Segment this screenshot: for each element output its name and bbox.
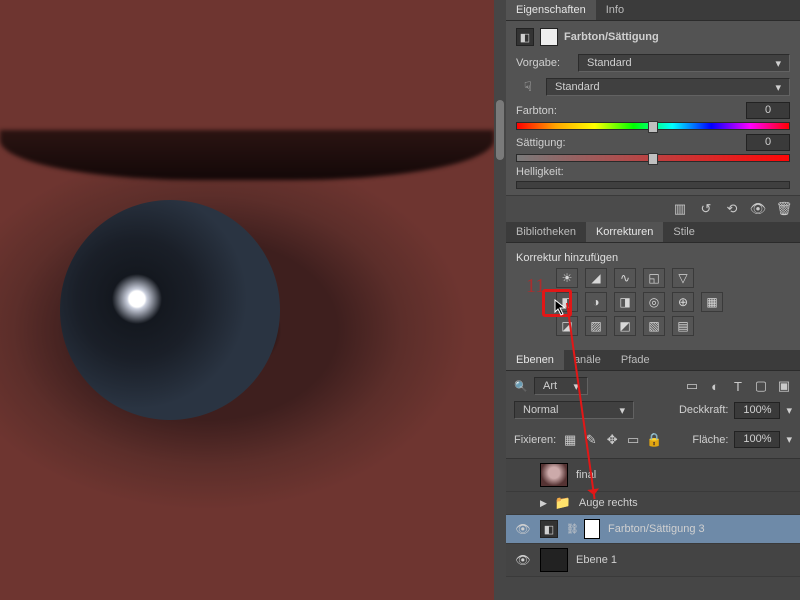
layer-row[interactable]: final [506,459,800,492]
black-white-icon[interactable]: ◨ [614,292,636,312]
previous-state-icon[interactable]: ↺ [698,202,714,216]
color-lookup-icon[interactable]: ▦ [701,292,723,312]
cursor-icon [554,299,568,317]
layer-filter-kind[interactable]: Art▾ [534,377,588,395]
channel-dropdown[interactable]: Standard▾ [546,78,790,96]
filter-shape-icon[interactable]: ▢ [753,379,769,393]
lock-position-icon[interactable]: ✥ [604,433,620,447]
lock-artboard-icon[interactable]: ▭ [625,433,641,447]
annotation-step-number: 11 [526,275,545,298]
mask-icon [540,28,558,46]
exposure-icon[interactable]: ◱ [643,268,665,288]
lock-transparent-icon[interactable]: ▦ [562,433,578,447]
levels-icon[interactable]: ◢ [585,268,607,288]
lock-all-icon[interactable]: 🔒 [646,433,662,447]
filter-type-icon[interactable]: T [730,379,746,393]
tab-libraries[interactable]: Bibliotheken [506,222,586,242]
color-balance-icon[interactable]: ◑ [585,292,607,312]
adjustment-layer-icon: ◧ [540,520,558,538]
fill-label: Fläche: [692,434,728,446]
layer-row[interactable]: ▶ 📁 Auge rechts [506,492,800,515]
folder-icon: 📁 [555,496,571,510]
group-disclosure-icon[interactable]: ▶ [540,498,547,509]
saturation-value[interactable]: 0 [746,134,790,151]
adjustment-title: Farbton/Sättigung [564,31,659,43]
vibrance-icon[interactable]: ▽ [672,268,694,288]
document-canvas[interactable] [0,0,494,600]
visibility-toggle[interactable]: 👁 [514,522,532,536]
threshold-icon[interactable]: ◩ [614,316,636,336]
trash-icon[interactable]: 🗑 [776,202,792,216]
opacity-value[interactable]: 100% [734,402,780,419]
hue-label: Farbton: [516,105,557,117]
gradient-map-icon[interactable]: ▤ [672,316,694,336]
lock-label: Fixieren: [514,434,556,446]
tab-properties[interactable]: Eigenschaften [506,0,596,20]
posterize-icon[interactable]: ▨ [585,316,607,336]
tab-layers[interactable]: Ebenen [506,350,564,370]
reset-icon[interactable]: ⟲ [724,202,740,216]
blend-mode-dropdown[interactable]: Normal▾ [514,401,634,419]
visibility-toggle[interactable]: 👁 [514,553,532,567]
layer-row[interactable]: 👁 ◧ ⛓ Farbton/Sättigung 3 [506,515,800,544]
layer-name[interactable]: Auge rechts [579,497,792,509]
tab-info[interactable]: Info [596,0,634,20]
layer-mask-thumbnail[interactable] [584,519,600,539]
filter-pixel-icon[interactable]: ▭ [684,379,700,393]
curves-icon[interactable]: ∿ [614,268,636,288]
clip-to-layer-icon[interactable]: ▥ [672,202,688,216]
hue-value[interactable]: 0 [746,102,790,119]
add-correction-label: Korrektur hinzufügen [516,250,790,266]
tab-corrections[interactable]: Korrekturen [586,222,663,242]
adjustment-type-icon: ◧ [516,28,534,46]
layer-thumbnail [540,463,568,487]
channel-mixer-icon[interactable]: ⊕ [672,292,694,312]
hue-slider[interactable] [516,122,790,130]
tab-paths[interactable]: Pfade [611,350,660,370]
lightness-label: Helligkeit: [516,166,564,178]
preset-dropdown[interactable]: Standard▾ [578,54,790,72]
canvas-scrollbar[interactable] [494,0,506,600]
tab-channels[interactable]: anäle [564,350,611,370]
filter-smart-icon[interactable]: ▣ [776,379,792,393]
saturation-slider[interactable] [516,154,790,162]
layer-name[interactable]: final [576,469,792,481]
fill-value[interactable]: 100% [734,431,780,448]
invert-icon[interactable]: ◪ [556,316,578,336]
toggle-visibility-icon[interactable]: 👁 [750,202,766,216]
photo-filter-icon[interactable]: ◎ [643,292,665,312]
selective-color-icon[interactable]: ▧ [643,316,665,336]
targeted-adjust-tool[interactable]: ☟ [516,78,540,96]
layer-row[interactable]: 👁 Ebene 1 [506,544,800,577]
brightness-contrast-icon[interactable]: ☀ [556,268,578,288]
layer-name[interactable]: Farbton/Sättigung 3 [608,523,792,535]
layer-name[interactable]: Ebene 1 [576,554,792,566]
preset-label: Vorgabe: [516,57,572,69]
filter-adjust-icon[interactable]: ◐ [707,379,723,393]
layer-thumbnail [540,548,568,572]
opacity-label: Deckkraft: [679,404,729,416]
lightness-slider[interactable] [516,181,790,189]
link-mask-icon[interactable]: ⛓ [566,524,576,535]
lock-pixels-icon[interactable]: ✎ [583,433,599,447]
search-icon: 🔍 [514,380,528,393]
saturation-label: Sättigung: [516,137,566,149]
tab-styles[interactable]: Stile [663,222,704,242]
